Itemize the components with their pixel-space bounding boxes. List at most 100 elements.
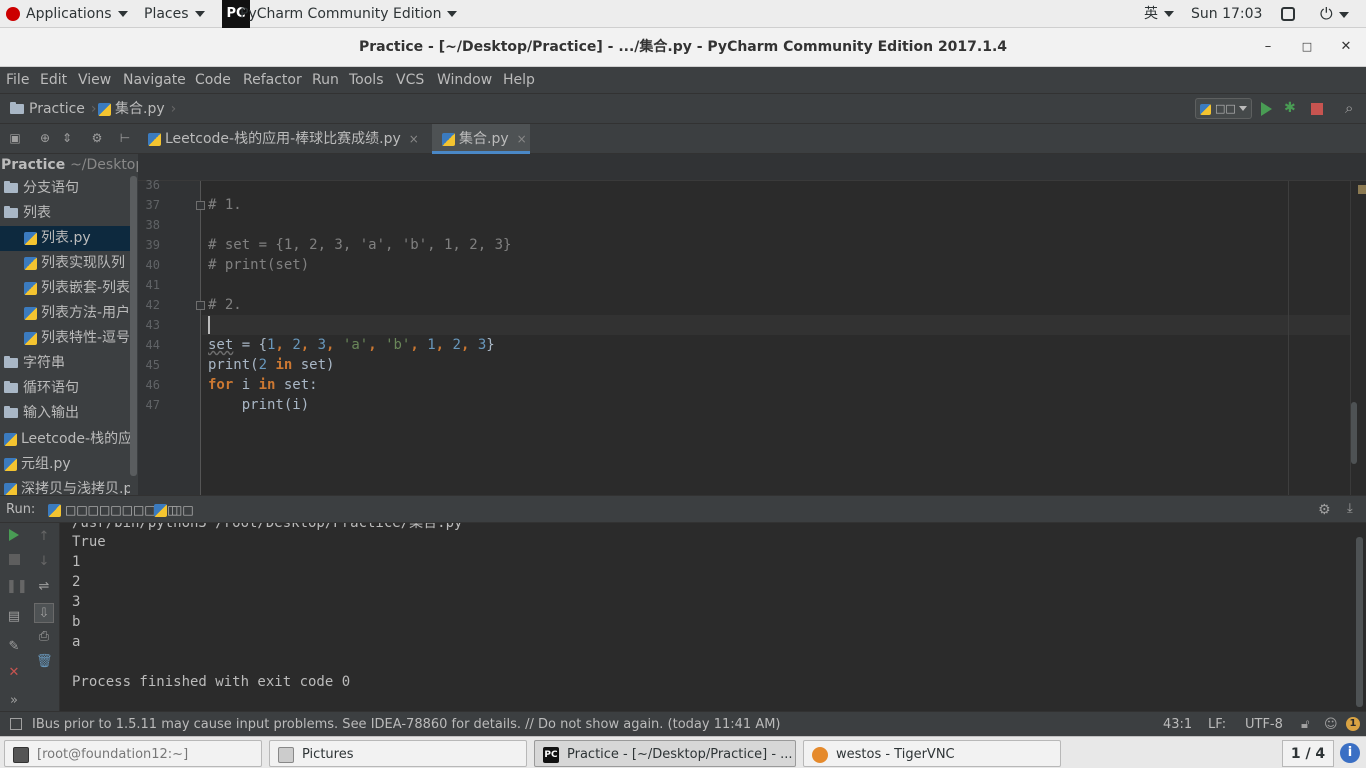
layout-icon[interactable]: ▤ [6,609,22,625]
menu-refactor[interactable]: Refactor [243,67,302,94]
trash-icon[interactable]: 🗑 [36,654,53,670]
menu-window[interactable]: Window [437,67,492,94]
editor-scrollbar[interactable] [1351,402,1357,464]
project-view-icon[interactable]: ▣ [8,131,22,145]
menu-code[interactable]: Code [195,67,231,94]
event-log-badge[interactable]: 1 [1346,717,1360,731]
up-arrow-icon[interactable]: ↑ [36,529,52,545]
scroll-to-end-icon[interactable]: ⇩ [34,603,54,623]
code-editor[interactable]: 36 37 38 39 40 41 42 43 44 45 46 47 # 1.… [138,154,1366,495]
debug-button[interactable]: ✱ [1284,100,1296,116]
project-root[interactable]: Practice ~/Desktop/P [0,154,138,176]
rerun-button[interactable] [6,529,22,545]
pin-icon[interactable]: ✎ [6,639,22,655]
breadcrumb-file[interactable]: 集合.py › [98,94,176,124]
run-console[interactable]: /usr/bin/python3 /root/Desktop/Practice/… [60,523,1366,711]
stop-button[interactable] [1311,103,1323,115]
tool-windows-icon[interactable] [10,718,22,730]
clock[interactable]: Sun 17:03 [1191,0,1262,28]
search-icon[interactable]: ⌕ [1345,99,1353,117]
tree-folder[interactable]: 输入输出 [0,401,130,426]
active-app-menu[interactable]: PCPyCharm Community Edition [222,0,458,28]
tree-file[interactable]: 列表实现队列 [0,251,130,276]
warning-marker[interactable] [1358,185,1366,194]
python-file-icon [24,281,37,295]
task-terminal[interactable]: [root@foundation12:~] [4,740,262,767]
inspector-icon[interactable]: ☺ [1324,712,1338,737]
gear-icon[interactable]: ⚙ [90,131,104,145]
close-tab-icon[interactable]: × [517,132,527,146]
menu-file[interactable]: File [6,67,29,94]
project-scrollbar[interactable] [130,176,137,476]
power-icon[interactable]: ⏻ [1320,0,1349,28]
screen-icon[interactable] [1281,0,1295,28]
code-line-45: print(2 in set) [208,355,334,375]
minimize-button[interactable]: – [1257,36,1279,58]
print-icon[interactable]: ⎙ [36,629,52,645]
stop-run-button[interactable] [6,554,22,570]
task-tigervnc[interactable]: westos - TigerVNC [803,740,1061,767]
tree-file[interactable]: 列表方法-用户 [0,301,130,326]
close-run-icon[interactable]: ✕ [6,665,22,681]
menu-edit[interactable]: Edit [40,67,67,94]
tree-file[interactable]: 深拷贝与浅拷贝.p [0,477,130,495]
run-tab-2[interactable]: □□ [154,496,194,524]
maximize-button[interactable]: □ [1296,36,1318,58]
fold-marker-icon[interactable] [196,201,205,210]
breadcrumb-file-label: 集合.py [115,101,165,117]
run-button[interactable] [1261,102,1272,116]
collapse-icon[interactable]: ⇕ [60,131,74,145]
menu-tools[interactable]: Tools [349,67,384,94]
applications-menu[interactable]: Applications [6,0,128,28]
target-icon[interactable]: ⊕ [38,131,52,145]
line-number: 37 [145,198,160,212]
places-menu[interactable]: Places [144,0,205,28]
tab-label: 集合.py [459,131,509,147]
file-encoding[interactable]: UTF-8 [1245,712,1283,737]
fold-marker-icon[interactable] [196,301,205,310]
tree-label: 元组.py [21,456,71,472]
code-token: print( [208,357,259,373]
code-token: , [460,337,478,353]
tab-set[interactable]: 集合.py × [432,124,530,154]
breadcrumb-project[interactable]: Practice › [10,94,97,124]
hide-icon[interactable]: ⊢ [118,131,132,145]
tree-file[interactable]: 元组.py [0,452,130,477]
workspace-switcher[interactable]: 1 / 4 [1282,740,1334,767]
status-message[interactable]: IBus prior to 1.5.11 may cause input pro… [32,712,781,737]
input-method-indicator[interactable]: 英 [1144,0,1174,28]
task-pycharm[interactable]: PC Practice - [~/Desktop/Practice] - ... [534,740,796,767]
tree-folder[interactable]: 列表 [0,201,130,226]
tree-file[interactable]: Leetcode-栈的应用 [0,427,130,452]
pause-icon[interactable]: ❚❚ [6,579,28,595]
hide-panel-icon[interactable]: ⤓ [1347,501,1353,516]
menu-navigate[interactable]: Navigate [123,67,186,94]
menu-help[interactable]: Help [503,67,535,94]
console-scrollbar[interactable] [1356,537,1363,707]
menu-run[interactable]: Run [312,67,339,94]
menu-view[interactable]: View [78,67,111,94]
more-icon[interactable]: » [6,693,22,709]
gear-icon[interactable]: ⚙ [1318,502,1331,518]
tab-leetcode[interactable]: Leetcode-栈的应用-棒球比赛成绩.py × [138,124,430,154]
menu-vcs[interactable]: VCS [396,67,424,94]
caret-position[interactable]: 43:1 [1163,712,1192,737]
line-separator[interactable]: LF: [1208,712,1226,737]
tree-file[interactable]: 列表嵌套-列表 [0,276,130,301]
down-arrow-icon[interactable]: ↓ [36,554,52,570]
lock-icon[interactable]: 🔓︎ [1301,712,1309,737]
tree-file-selected[interactable]: 列表.py [0,226,130,251]
task-pictures[interactable]: Pictures [269,740,527,767]
line-number: 41 [145,278,160,292]
tree-folder[interactable]: 循环语句 [0,376,130,401]
close-tab-icon[interactable]: × [409,132,419,146]
soft-wrap-icon[interactable]: ⇌ [36,579,52,595]
tree-file[interactable]: 列表特性-逗号 [0,326,130,351]
run-config-dropdown[interactable]: □□ [1195,98,1252,119]
code-token: , [326,337,343,353]
info-icon[interactable]: i [1340,743,1360,763]
tree-folder[interactable]: 字符串 [0,351,130,376]
close-button[interactable]: ✕ [1335,36,1357,58]
python-file-icon [148,132,161,146]
tree-folder[interactable]: 分支语句 [0,176,130,201]
